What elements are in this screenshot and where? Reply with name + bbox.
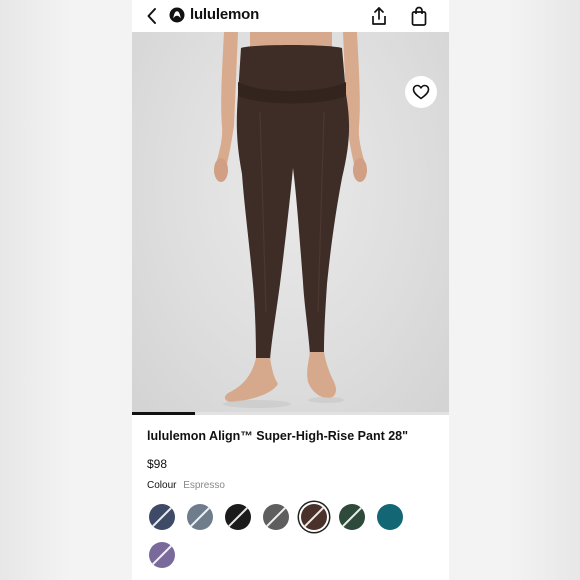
colour-swatch-black[interactable]	[225, 504, 251, 530]
brand-logo-link[interactable]: lululemon	[169, 6, 259, 23]
colour-swatch-navy[interactable]	[149, 504, 175, 530]
chevron-left-icon	[147, 8, 156, 24]
colour-label: Colour	[147, 480, 177, 491]
unavailable-slash	[339, 504, 365, 530]
colour-swatch-grey[interactable]	[263, 504, 289, 530]
unavailable-slash	[225, 504, 251, 530]
gallery-progress-indicator	[132, 412, 196, 415]
unavailable-slash	[301, 504, 327, 530]
colour-swatch-slate-blue[interactable]	[187, 504, 213, 530]
product-image[interactable]	[132, 32, 449, 412]
product-price: $98	[147, 457, 168, 471]
unavailable-slash	[263, 504, 289, 530]
share-icon	[372, 7, 386, 25]
app-screen: lululemon lululemon Align™ Super-High-Ri…	[132, 0, 449, 580]
shopping-bag-icon	[411, 6, 427, 26]
colour-swatch-lavender[interactable]	[149, 542, 175, 568]
top-nav-bar: lululemon	[132, 0, 449, 32]
model-leggings-image	[214, 32, 367, 408]
gallery-progress-track	[132, 412, 449, 415]
lululemon-logo-icon	[169, 7, 185, 22]
colour-row: Colour Espresso	[147, 480, 225, 491]
product-title: lululemon Align™ Super-High-Rise Pant 28…	[147, 429, 409, 443]
colour-swatch-espresso[interactable]	[301, 504, 327, 530]
colour-value: Espresso	[183, 480, 225, 491]
brand-name: lululemon	[190, 6, 260, 23]
unavailable-slash	[149, 542, 175, 568]
shopping-bag-button[interactable]	[408, 5, 430, 27]
unavailable-slash	[187, 504, 213, 530]
colour-swatch-dark-green[interactable]	[339, 504, 365, 530]
share-button[interactable]	[368, 5, 390, 27]
heart-icon	[412, 84, 430, 100]
back-button[interactable]	[142, 5, 162, 27]
wishlist-button[interactable]	[405, 76, 437, 108]
colour-swatch-teal[interactable]	[377, 504, 403, 530]
unavailable-slash	[149, 504, 175, 530]
